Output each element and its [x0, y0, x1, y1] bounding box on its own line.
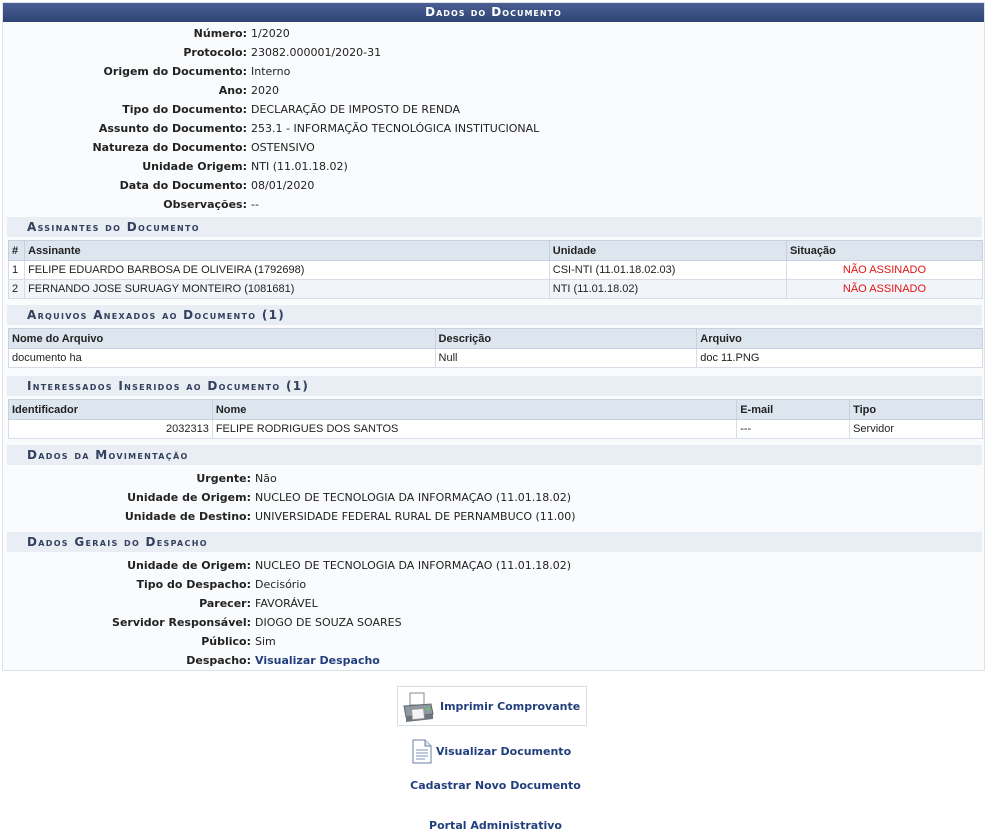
- table-row: 2032313 FELIPE RODRIGUES DOS SANTOS --- …: [8, 419, 983, 439]
- table-row: 2 FERNANDO JOSE SURUAGY MONTEIRO (108168…: [7, 279, 984, 299]
- new-document-link[interactable]: Cadastrar Novo Documento: [410, 779, 581, 792]
- field-mov-destino: Unidade de Destino: UNIVERSIDADE FEDERAL…: [124, 510, 576, 523]
- field-publico: Público: Sim: [201, 635, 276, 648]
- field-origem: Origem do Documento: Interno: [103, 65, 291, 78]
- field-natureza: Natureza do Documento: OSTENSIVO: [92, 141, 315, 154]
- field-urgente: Urgente: Não: [196, 472, 277, 485]
- field-tipo: Tipo do Documento: DECLARAÇÃO DE IMPOSTO…: [122, 103, 461, 116]
- col-unit: Unidade: [548, 240, 787, 261]
- field-numero: Número: 1/2020: [193, 27, 290, 40]
- view-document-link[interactable]: Visualizar Documento: [436, 745, 571, 758]
- print-receipt-button[interactable]: Imprimir Comprovante: [397, 686, 587, 726]
- col-identifier: Identificador: [8, 399, 213, 420]
- table-row: documento ha Null doc 11.PNG: [8, 348, 983, 368]
- col-number: #: [7, 240, 26, 261]
- admin-portal-link[interactable]: Portal Administrativo: [429, 819, 562, 832]
- status-badge: NÃO ASSINADO: [785, 260, 984, 280]
- table-header: # Assinante Unidade Situação: [7, 240, 984, 261]
- status-badge: NÃO ASSINADO: [785, 279, 984, 299]
- section-dispatch: Dados Gerais do Despacho: [7, 532, 982, 552]
- col-name: Nome: [211, 399, 738, 420]
- print-receipt-label: Imprimir Comprovante: [440, 700, 581, 713]
- section-interested: Interessados Inseridos ao Documento (1): [7, 376, 982, 396]
- field-data: Data do Documento: 08/01/2020: [119, 179, 315, 192]
- col-file: Arquivo: [696, 328, 983, 349]
- table-header: Identificador Nome E-mail Tipo: [8, 399, 983, 420]
- col-type: Tipo: [849, 399, 983, 420]
- admin-portal-wrapper: Portal Administrativo: [0, 819, 991, 832]
- printer-icon: [403, 692, 434, 722]
- col-email: E-mail: [736, 399, 851, 420]
- table-row: 1 FELIPE EDUARDO BARBOSA DE OLIVEIRA (17…: [7, 260, 984, 280]
- col-filename: Nome do Arquivo: [8, 328, 436, 349]
- field-ano: Ano: 2020: [218, 84, 279, 97]
- col-signer: Assinante: [24, 240, 550, 261]
- document-panel: Dados do Documento Número: 1/2020 Protoc…: [2, 2, 985, 671]
- interested-table: Identificador Nome E-mail Tipo 2032313 F…: [8, 399, 983, 439]
- field-assunto: Assunto do Documento: 253.1 - INFORMAÇÃO…: [98, 122, 540, 135]
- field-mov-origem: Unidade de Origem: NUCLEO DE TECNOLOGIA …: [127, 491, 571, 504]
- new-document-wrapper: Cadastrar Novo Documento: [0, 779, 991, 792]
- page-title: Dados do Documento: [3, 3, 984, 22]
- col-description: Descrição: [434, 328, 698, 349]
- field-servidor: Servidor Responsável: DIOGO DE SOUZA SOA…: [112, 616, 402, 629]
- table-header: Nome do Arquivo Descrição Arquivo: [8, 328, 983, 349]
- signers-table: # Assinante Unidade Situação 1 FELIPE ED…: [7, 240, 984, 299]
- field-observacoes: Observações: --: [163, 198, 259, 211]
- section-movement: Dados da Movimentação: [7, 445, 982, 465]
- field-desp-tipo: Tipo do Despacho: Decisório: [136, 578, 307, 591]
- view-dispatch-link[interactable]: Visualizar Despacho: [255, 654, 380, 667]
- document-icon: [412, 739, 432, 764]
- field-parecer: Parecer: FAVORÁVEL: [199, 597, 318, 610]
- field-despacho: Despacho: Visualizar Despacho: [186, 654, 380, 667]
- field-desp-origem: Unidade de Origem: NUCLEO DE TECNOLOGIA …: [127, 559, 571, 572]
- section-signers: Assinantes do Documento: [7, 217, 982, 237]
- field-unidade-origem: Unidade Origem: NTI (11.01.18.02): [142, 160, 348, 173]
- section-attachments: Arquivos Anexados ao Documento (1): [7, 305, 982, 325]
- col-status: Situação: [785, 240, 984, 261]
- attachments-table: Nome do Arquivo Descrição Arquivo docume…: [8, 328, 983, 368]
- field-protocolo: Protocolo: 23082.000001/2020-31: [183, 46, 382, 59]
